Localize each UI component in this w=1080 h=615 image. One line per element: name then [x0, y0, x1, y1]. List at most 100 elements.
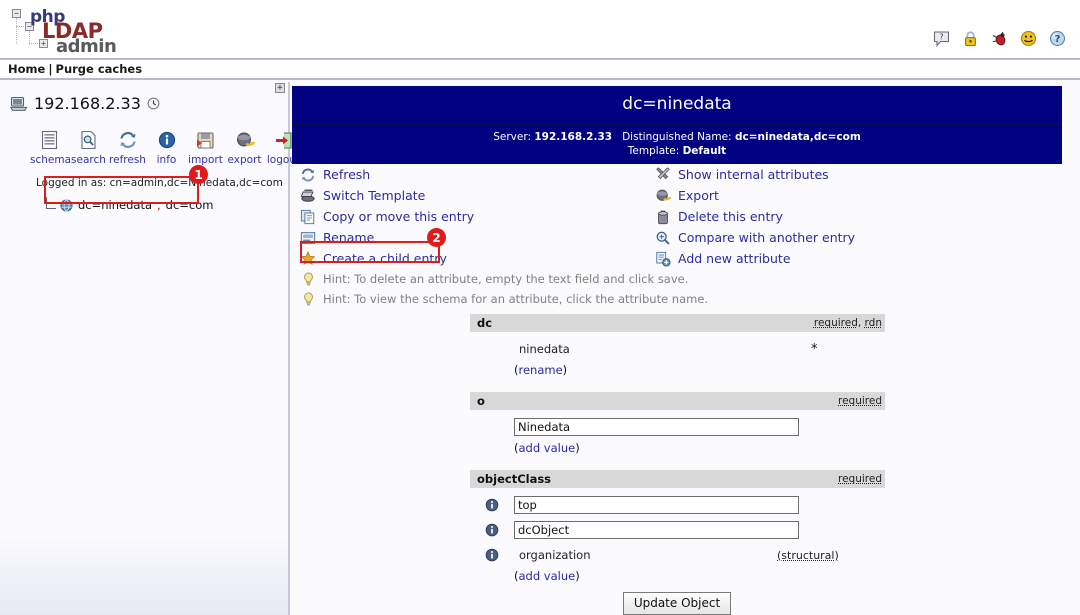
- update-object-button[interactable]: Update Object: [622, 592, 732, 615]
- sidebar-tool-label: refresh: [109, 154, 146, 166]
- sidebar-tool-search[interactable]: search: [69, 129, 108, 166]
- attribute-name[interactable]: dc: [477, 316, 492, 330]
- hint-text: Hint: To delete an attribute, empty the …: [323, 272, 689, 286]
- sidebar-tool-schema[interactable]: schema: [30, 129, 71, 166]
- question-help-icon[interactable]: ?: [1049, 30, 1066, 47]
- entry-header: dc=ninedata Server: 192.168.2.33 Disting…: [292, 86, 1062, 164]
- add-value-link[interactable]: add value: [519, 441, 576, 455]
- dn-value: dc=ninedata,dc=com: [734, 131, 861, 143]
- objectclass-value-input-dcobject[interactable]: [514, 521, 799, 539]
- help-bubble-icon[interactable]: ?: [933, 30, 950, 47]
- dc-value-input[interactable]: [514, 340, 799, 358]
- sidebar-tool-refresh[interactable]: refresh: [108, 129, 147, 166]
- sidebar-tool-label: info: [156, 154, 177, 166]
- logged-in-label: Logged in as:: [36, 177, 110, 189]
- main-panel: dc=ninedata Server: 192.168.2.33 Disting…: [292, 82, 1080, 615]
- hint-row-2: Hint: To view the schema for an attribut…: [300, 289, 708, 309]
- action-label: Refresh: [323, 167, 371, 182]
- server-value: 192.168.2.33: [534, 131, 613, 143]
- hint-row-1: Hint: To delete an attribute, empty the …: [300, 269, 708, 289]
- switch-template-link[interactable]: Switch Template: [300, 185, 708, 206]
- create-a-child-entry-link[interactable]: Create a child entry: [300, 248, 708, 269]
- switch-template-icon: [300, 188, 316, 204]
- add-new-attribute-link[interactable]: Add new attribute: [655, 248, 855, 269]
- dn-label: Distinguished Name:: [622, 131, 732, 143]
- template-value: Default: [682, 145, 727, 157]
- compare-with-another-entry-link[interactable]: Compare with another entry: [655, 227, 855, 248]
- breadcrumb-purge-caches-link[interactable]: Purge caches: [56, 62, 143, 76]
- delete-this-entry-link[interactable]: Delete this entry: [655, 206, 855, 227]
- attribute-header: o required: [470, 392, 885, 410]
- objectclass-value-input-organization[interactable]: [514, 546, 769, 564]
- info-icon: [147, 129, 186, 151]
- sidebar-toolbar: schema search refresh info import export…: [30, 129, 303, 166]
- info-icon[interactable]: [470, 548, 514, 562]
- trash-icon: [655, 209, 671, 225]
- sidebar-tool-label: import: [188, 154, 223, 166]
- logo-text-admin: admin: [56, 36, 117, 57]
- attribute-action: (add value): [470, 569, 885, 583]
- attribute-value-row: [470, 519, 885, 541]
- smiley-icon[interactable]: [1020, 30, 1037, 47]
- add-attribute-icon: [655, 251, 671, 267]
- attribute-value-row: [470, 416, 885, 438]
- top-icon-bar: ? ?: [933, 30, 1066, 47]
- compare-icon: [655, 230, 671, 246]
- copy-icon: [300, 209, 316, 225]
- attribute-name[interactable]: o: [477, 394, 485, 408]
- export-icon: [225, 129, 264, 151]
- entry-actions-right-column: Show internal attributes Export Delete t…: [655, 164, 855, 269]
- attribute-header: objectClass required: [470, 470, 885, 488]
- action-label: Compare with another entry: [678, 230, 856, 245]
- logged-in-dn: cn=admin,dc=Ninedata,dc=com: [109, 177, 283, 189]
- refresh-link[interactable]: Refresh: [300, 164, 708, 185]
- phpldapadmin-logo[interactable]: − − + php LDAP admin: [12, 7, 132, 57]
- breadcrumb-home-link[interactable]: Home: [8, 62, 45, 76]
- info-icon[interactable]: [470, 498, 514, 512]
- tree-entry-label-prefix: dc=ninedata: [78, 198, 153, 212]
- sidebar-tool-info[interactable]: info: [147, 129, 186, 166]
- action-label: Show internal attributes: [678, 167, 829, 182]
- sidebar-tool-export[interactable]: export: [225, 129, 264, 166]
- svg-text:?: ?: [939, 32, 943, 41]
- add-value-link[interactable]: add value: [519, 569, 576, 583]
- bug-icon[interactable]: [991, 30, 1008, 47]
- server-entry[interactable]: 192.168.2.33: [10, 94, 160, 113]
- action-suffix: ): [575, 441, 580, 455]
- o-value-input[interactable]: [514, 418, 799, 436]
- flag-required: required: [813, 317, 858, 329]
- tree-entry-ninedata[interactable]: dc=ninedata, dc=com: [46, 197, 214, 213]
- lock-icon[interactable]: [962, 30, 979, 47]
- flag-required: required: [838, 473, 882, 485]
- sidebar-tool-import[interactable]: import: [186, 129, 225, 166]
- action-label: Create a child entry: [323, 251, 447, 266]
- attribute-name[interactable]: objectClass: [477, 472, 551, 486]
- form-footer: Update Object: [292, 592, 1062, 615]
- rename-value-link[interactable]: rename: [519, 363, 563, 377]
- import-icon: [186, 129, 225, 151]
- lightbulb-icon: [300, 271, 316, 287]
- action-label: Switch Template: [323, 188, 426, 203]
- rename-link[interactable]: Rename: [300, 227, 708, 248]
- info-icon[interactable]: [470, 523, 514, 537]
- attribute-flags: required: [838, 395, 882, 407]
- clock-icon[interactable]: [147, 97, 160, 110]
- schema-icon: [30, 129, 69, 151]
- sidebar-tool-label: search: [71, 154, 106, 166]
- ldap-tree: dc=ninedata, dc=com: [46, 197, 214, 213]
- objectclass-value-input-top[interactable]: [514, 496, 799, 514]
- show-internal-attributes-link[interactable]: Show internal attributes: [655, 164, 855, 185]
- svg-text:?: ?: [1055, 34, 1061, 45]
- action-suffix: ): [562, 363, 568, 377]
- action-label: Copy or move this entry: [323, 209, 475, 224]
- copy-or-move-entry-link[interactable]: Copy or move this entry: [300, 206, 708, 227]
- create-child-star-icon: [300, 250, 316, 267]
- server-name-label: 192.168.2.33: [34, 94, 141, 113]
- rename-icon: [300, 230, 316, 246]
- export-link[interactable]: Export: [655, 185, 855, 206]
- attribute-header: dc required, rdn: [470, 314, 885, 332]
- sidebar-expand-button[interactable]: +: [275, 83, 285, 93]
- attribute-group-o: o required (add value): [470, 392, 885, 462]
- attribute-body: (structural) (add value): [470, 488, 885, 590]
- attribute-flags: required, rdn: [814, 317, 882, 329]
